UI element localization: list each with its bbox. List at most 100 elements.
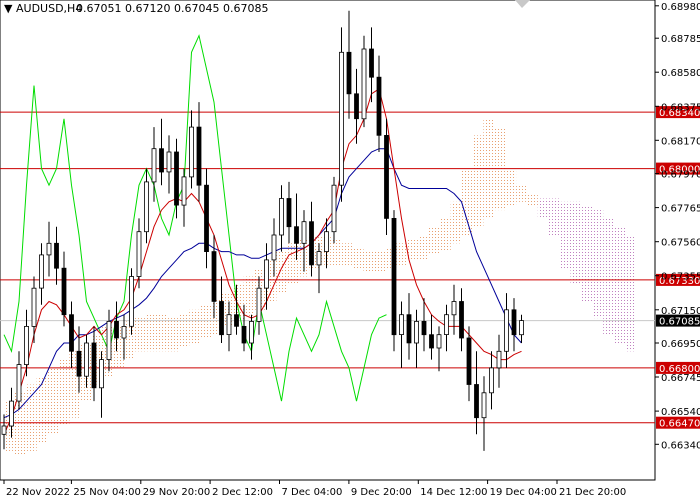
candle-body [61, 267, 67, 316]
candle-body [144, 181, 149, 233]
cloud-segment [559, 201, 571, 269]
candle-body [136, 231, 142, 277]
candle-body [436, 334, 442, 349]
candle-body [474, 384, 479, 419]
candle-body [339, 51, 344, 186]
candle-body [459, 301, 464, 339]
candle-body [294, 226, 299, 244]
cloud-segment [200, 304, 211, 338]
candle-body [121, 325, 127, 339]
cloud-segment [352, 248, 364, 269]
candle-body [391, 217, 397, 336]
candle-body [159, 148, 164, 173]
x-tick-label: 7 Dec 04:00 [282, 487, 343, 498]
price-chart: 0.683400.680000.673300.668000.66470 0.68… [0, 0, 700, 500]
candle-body [99, 359, 104, 389]
candle-body [204, 184, 209, 252]
candle-body [421, 320, 427, 336]
cloud-segment [439, 218, 451, 252]
y-tick-label: 0.68580 [661, 68, 700, 79]
cloud-segment [461, 168, 473, 235]
candle-body [219, 301, 224, 336]
candle-body [91, 342, 97, 389]
cloud-segment [25, 384, 37, 451]
candle-body [451, 301, 457, 316]
candle-body [106, 320, 112, 360]
cloud-segment [167, 318, 179, 352]
cloud-segment [330, 238, 342, 265]
candle-body [31, 287, 37, 327]
y-tick-label: 0.68170 [661, 136, 700, 147]
cloud-segment [363, 251, 375, 272]
candle-body [256, 287, 262, 322]
cloud-segment [516, 185, 527, 202]
candle-body [316, 251, 322, 266]
candle-body [496, 350, 502, 369]
candle-body [489, 367, 494, 394]
cloud-segment [178, 314, 190, 348]
candle-body [354, 93, 359, 120]
candle-body [84, 342, 89, 377]
cloud-segment [134, 318, 146, 352]
candle-body [279, 198, 284, 236]
cloud-segment [396, 243, 408, 265]
x-tick-label: 2 Dec 12:00 [212, 487, 273, 498]
candle-body [24, 325, 29, 365]
y-tick-label: 0.66950 [661, 339, 700, 350]
candle-body [226, 314, 232, 336]
candle-body [309, 221, 314, 266]
candle [361, 35, 367, 128]
candle-body [406, 314, 412, 344]
y-tick-label: 0.67560 [661, 238, 700, 249]
cloud-segment [341, 243, 353, 265]
candle-body [69, 314, 74, 352]
collapse-arrow-icon[interactable]: ▼ [4, 2, 13, 15]
candle [129, 268, 134, 335]
candle-body [174, 151, 179, 206]
cloud-segment [505, 168, 517, 206]
cloud-segment [614, 226, 625, 343]
y-tick-label: 0.67355 [661, 272, 700, 283]
x-tick-label: 25 Nov 04:00 [73, 487, 140, 498]
candle-body [39, 254, 44, 289]
candle [384, 118, 389, 235]
y-tick-label: 0.68785 [661, 34, 700, 45]
cloud-segment [47, 367, 59, 435]
y-tick-label: 0.67765 [661, 204, 700, 215]
last-price-label: 0.67085 [659, 317, 700, 328]
candle-body [384, 134, 389, 219]
cloud-segment [472, 135, 484, 227]
candle-body [189, 126, 194, 178]
x-tick-label: 9 Dec 20:00 [351, 487, 412, 498]
candle-body [46, 242, 52, 256]
candle-body [234, 314, 239, 327]
candle-body [181, 176, 187, 206]
candle-body [151, 148, 157, 183]
y-tick-label: 0.68375 [661, 102, 700, 113]
candle-body [504, 309, 509, 352]
ohlc-readout: 0.67051 0.67120 0.67045 0.67085 [76, 2, 268, 15]
cloud-segment [428, 226, 440, 255]
candle-body [129, 276, 134, 327]
x-tick-label: 29 Nov 20:00 [143, 487, 210, 498]
candle-body [114, 320, 119, 339]
candle-body [166, 151, 172, 173]
symbol-label: AUDUSD,H4 [16, 2, 82, 15]
x-tick-label: 14 Dec 12:00 [420, 487, 487, 498]
candle-body [301, 221, 307, 244]
cloud-segment [570, 201, 582, 285]
candle-body [511, 309, 517, 336]
y-tick-label: 0.66745 [661, 373, 700, 384]
candle-body [16, 364, 22, 402]
candle-body [249, 320, 254, 344]
candle-body [241, 325, 247, 344]
candle-body [9, 400, 14, 427]
cloud-segment [418, 235, 429, 260]
candle-body [399, 314, 404, 336]
x-tick-label: 22 Nov 2022 [6, 487, 70, 498]
candle-body [444, 314, 449, 336]
cloud-segment [374, 251, 386, 272]
cloud-segment [592, 210, 604, 319]
cloud-segment [603, 218, 615, 335]
candle-body [324, 231, 329, 252]
